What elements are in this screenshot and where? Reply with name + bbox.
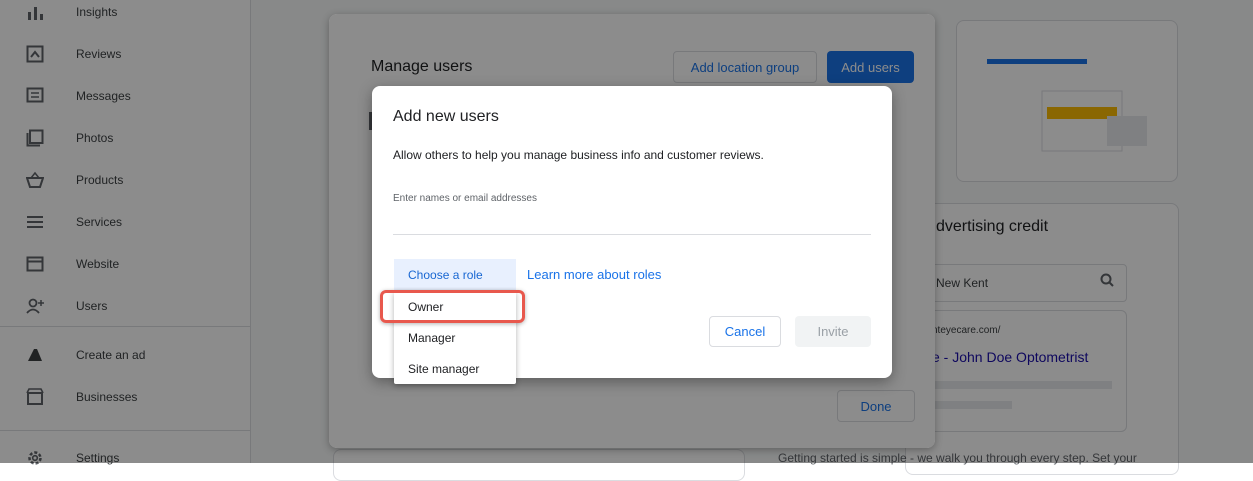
role-option-site-manager[interactable]: Site manager	[394, 355, 516, 383]
names-or-emails-input[interactable]: Enter names or email addresses	[393, 186, 871, 235]
input-placeholder: Enter names or email addresses	[393, 193, 537, 204]
owner-highlight-box	[380, 290, 525, 323]
cancel-button[interactable]: Cancel	[709, 316, 781, 347]
invite-button[interactable]: Invite	[795, 316, 871, 347]
add-users-description: Allow others to help you manage business…	[393, 148, 764, 162]
learn-more-roles-link[interactable]: Learn more about roles	[527, 267, 661, 282]
role-select[interactable]: Choose a role	[394, 259, 516, 291]
add-users-title: Add new users	[393, 108, 499, 125]
role-option-manager[interactable]: Manager	[394, 324, 516, 352]
